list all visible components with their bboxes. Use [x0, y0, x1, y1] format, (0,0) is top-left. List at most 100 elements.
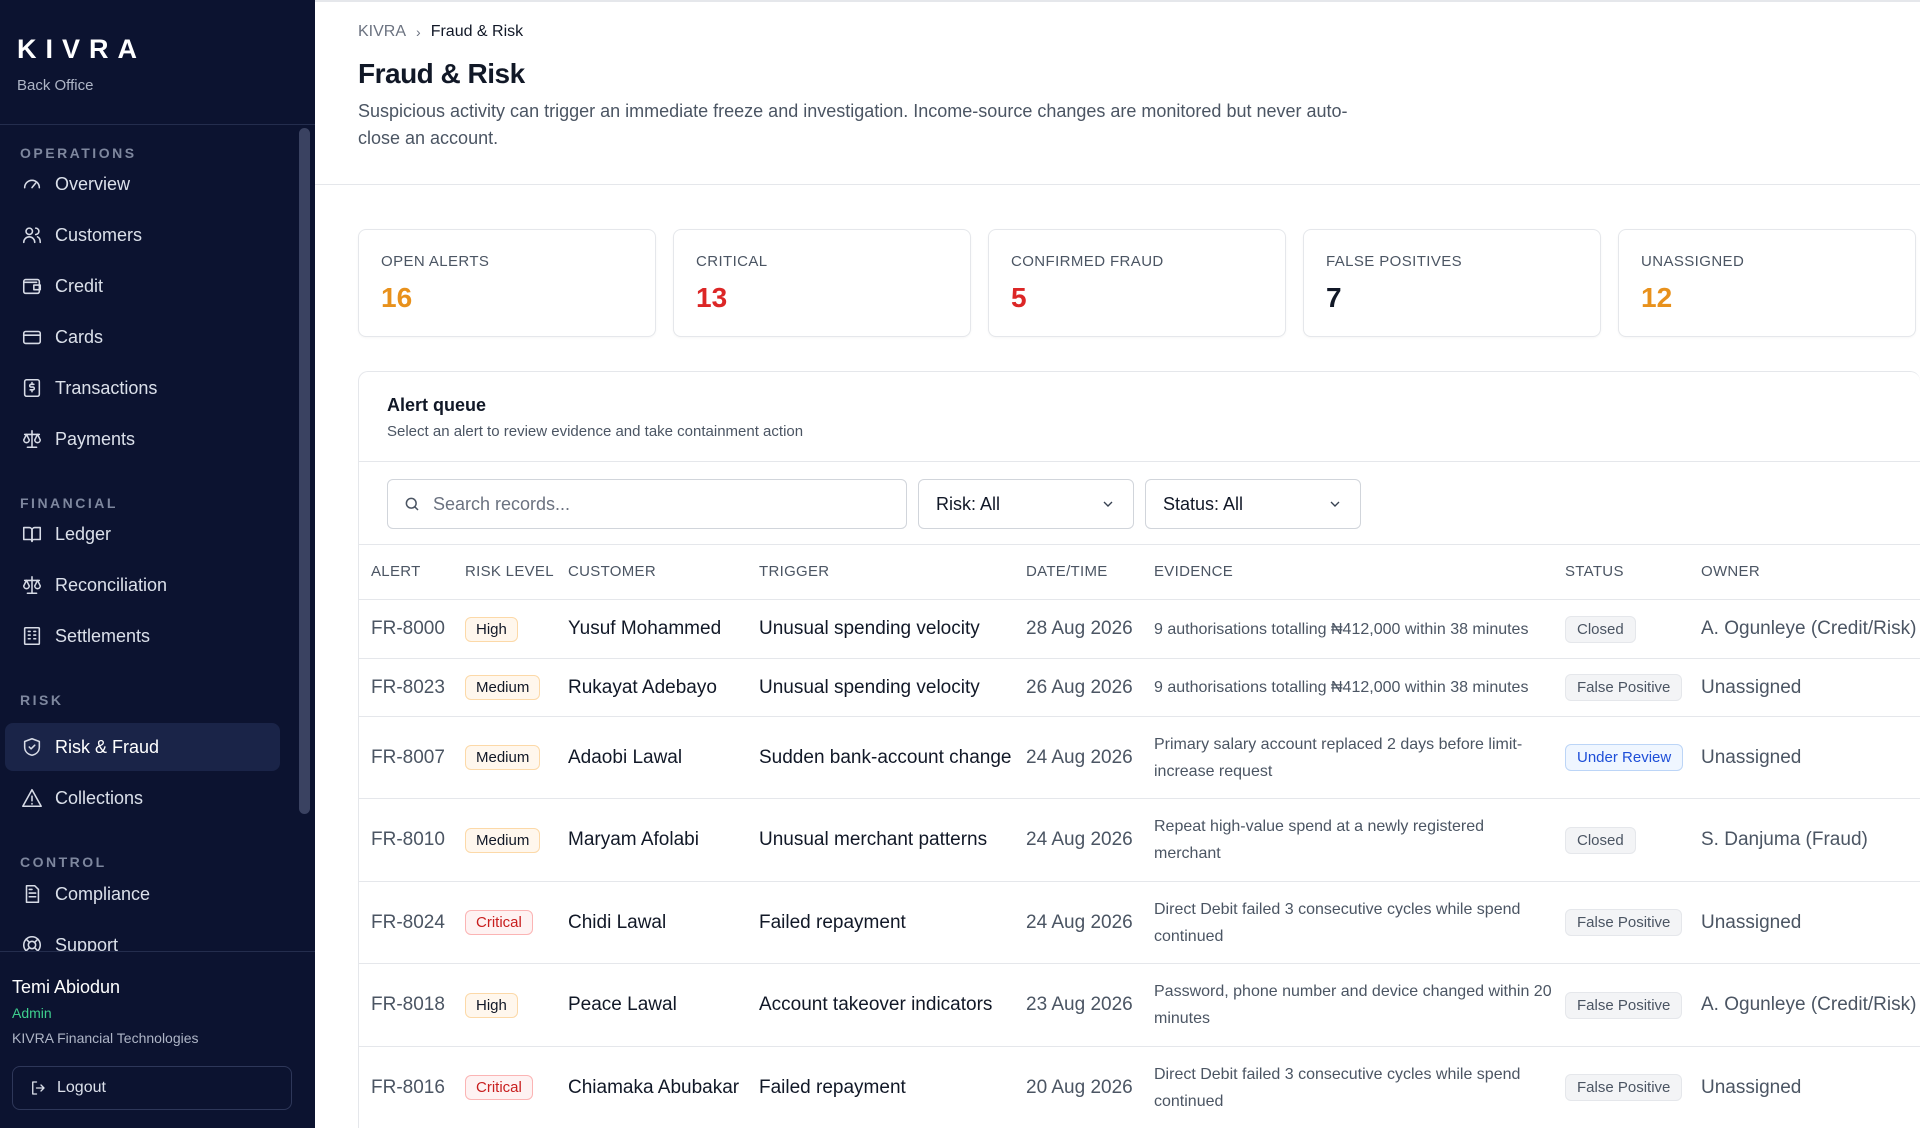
lifebuoy-icon — [20, 933, 44, 951]
user-role: Admin — [12, 1005, 52, 1021]
nav-section-risk: RISK — [20, 692, 64, 708]
user-org: KIVRA Financial Technologies — [12, 1030, 199, 1046]
alert-id: FR-8024 — [371, 911, 445, 933]
sidebar-item-label: Customers — [55, 224, 143, 245]
column-header-customer[interactable]: CUSTOMER — [568, 563, 656, 580]
sidebar-item-support[interactable]: Support — [5, 921, 280, 951]
alert-date: 26 Aug 2026 — [1026, 676, 1133, 698]
sidebar-item-label: Collections — [55, 787, 144, 808]
sidebar-item-settlements[interactable]: Settlements — [5, 612, 280, 660]
stat-label: FALSE POSITIVES — [1326, 253, 1463, 270]
sidebar-item-label: Overview — [55, 173, 131, 194]
table-row[interactable]: FR-8007 Medium Adaobi Lawal Sudden bank-… — [359, 716, 1920, 798]
stat-card-critical: CRITICAL 13 — [673, 229, 971, 337]
nav-section-control: CONTROL — [20, 854, 107, 870]
panel-title: Alert queue — [387, 395, 487, 415]
stat-value: 7 — [1326, 282, 1342, 313]
risk-filter-select[interactable]: Risk: All — [918, 479, 1134, 529]
wallet-icon — [20, 274, 44, 298]
risk-badge: Critical — [465, 910, 533, 935]
table-row[interactable]: FR-8016 Critical Chiamaka Abubakar Faile… — [359, 1046, 1920, 1128]
sidebar-item-risk-fraud[interactable]: Risk & Fraud — [5, 723, 280, 771]
column-header-alert[interactable]: ALERT — [371, 563, 421, 580]
warning-icon — [20, 786, 44, 810]
logout-icon — [32, 1081, 45, 1095]
panel-subtitle: Select an alert to review evidence and t… — [387, 423, 804, 440]
risk-badge: Medium — [465, 675, 541, 700]
evidence: 9 authorisations totalling ₦412,000 with… — [1154, 620, 1529, 638]
customer-name: Adaobi Lawal — [568, 746, 683, 768]
breadcrumb: KIVRA › Fraud & Risk — [358, 23, 523, 41]
sidebar-item-label: Payments — [55, 428, 136, 449]
column-header-evidence[interactable]: EVIDENCE — [1154, 563, 1233, 580]
logout-button[interactable]: Logout — [12, 1066, 292, 1110]
status-badge: Closed — [1565, 615, 1636, 643]
sidebar-item-customers[interactable]: Customers — [5, 211, 280, 259]
brand-logo[interactable]: KIVRA — [17, 34, 146, 65]
column-header-date-time[interactable]: DATE/TIME — [1026, 563, 1108, 580]
status-badge: False Positive — [1565, 909, 1683, 936]
sidebar-item-collections[interactable]: Collections — [5, 774, 280, 822]
sidebar-item-label: Ledger — [55, 523, 112, 544]
document-icon — [20, 882, 44, 906]
chevron-right-icon: › — [416, 24, 421, 40]
trigger: Unusual merchant patterns — [759, 829, 988, 850]
alert-date: 28 Aug 2026 — [1026, 618, 1133, 639]
trigger: Account takeover indicators — [759, 994, 993, 1015]
sidebar-item-overview[interactable]: Overview — [5, 160, 280, 208]
panel-divider — [359, 461, 1920, 462]
owner: S. Danjuma (Fraud) — [1701, 829, 1868, 850]
column-header-risk-level[interactable]: RISK LEVEL — [465, 563, 554, 580]
stat-value: 16 — [381, 282, 413, 313]
chevron-down-icon — [1330, 501, 1340, 507]
table-row[interactable]: FR-8024 Critical Chidi Lawal Failed repa… — [359, 881, 1920, 963]
column-header-trigger[interactable]: TRIGGER — [759, 563, 829, 580]
status-filter-select[interactable]: Status: All — [1145, 479, 1361, 529]
sidebar-item-reconciliation[interactable]: Reconciliation — [5, 561, 280, 609]
users-icon — [20, 223, 44, 247]
sidebar-item-credit[interactable]: Credit — [5, 262, 280, 310]
table-row[interactable]: FR-8023 Medium Rukayat Adebayo Unusual s… — [359, 658, 1920, 716]
stat-card-confirmed-fraud: CONFIRMED FRAUD 5 — [988, 229, 1286, 337]
status-filter-value: Status: All — [1163, 493, 1244, 514]
chevron-down-icon — [1103, 501, 1113, 507]
table-row[interactable]: FR-8018 High Peace Lawal Account takeove… — [359, 963, 1920, 1046]
search-input[interactable] — [433, 493, 873, 515]
sidebar-item-transactions[interactable]: Transactions — [5, 364, 280, 412]
evidence: Direct Debit failed 3 consecutive cycles… — [1154, 1065, 1521, 1110]
alert-id: FR-8016 — [371, 1076, 445, 1098]
breadcrumb-root[interactable]: KIVRA — [358, 23, 406, 41]
alert-date: 23 Aug 2026 — [1026, 994, 1133, 1015]
receipt-icon — [20, 376, 44, 400]
sidebar-item-payments[interactable]: Payments — [5, 415, 280, 463]
sidebar-item-cards[interactable]: Cards — [5, 313, 280, 361]
risk-badge: Critical — [465, 1075, 533, 1100]
table-row[interactable]: FR-8010 Medium Maryam Afolabi Unusual me… — [359, 798, 1920, 881]
evidence: 9 authorisations totalling ₦412,000 with… — [1154, 679, 1529, 696]
customer-name: Rukayat Adebayo — [568, 676, 717, 698]
column-header-owner[interactable]: OWNER — [1701, 563, 1760, 580]
sidebar-scrollbar-thumb[interactable] — [299, 128, 310, 814]
stat-label: CONFIRMED FRAUD — [1011, 253, 1164, 270]
alert-queue-panel: Alert queue Select an alert to review ev… — [358, 371, 1920, 1128]
status-badge: False Positive — [1565, 1074, 1683, 1101]
evidence: Password, phone number and device change… — [1154, 983, 1552, 1027]
column-header-status[interactable]: STATUS — [1565, 563, 1624, 580]
alert-date: 20 Aug 2026 — [1026, 1076, 1133, 1098]
sidebar-item-label: Transactions — [55, 377, 158, 398]
alert-id: FR-8000 — [371, 618, 445, 639]
scale-icon — [20, 573, 44, 597]
sidebar-item-ledger[interactable]: Ledger — [5, 510, 280, 558]
breadcrumb-current: Fraud & Risk — [430, 23, 524, 40]
risk-badge: Medium — [465, 827, 541, 853]
trigger: Unusual spending velocity — [759, 676, 980, 698]
sidebar: KIVRA Back Office OPERATIONS Overview Cu… — [0, 0, 315, 1128]
table-row[interactable]: FR-8000 High Yusuf Mohammed Unusual spen… — [359, 599, 1920, 658]
trigger: Failed repayment — [759, 1076, 906, 1098]
sidebar-item-compliance[interactable]: Compliance — [5, 870, 280, 918]
shield-check-icon — [20, 735, 44, 759]
evidence: Repeat high-value spend at a newly regis… — [1154, 818, 1484, 862]
owner: A. Ogunleye (Credit/Risk) — [1701, 994, 1917, 1015]
alert-id: FR-8023 — [371, 676, 445, 698]
search-box[interactable] — [387, 479, 907, 529]
